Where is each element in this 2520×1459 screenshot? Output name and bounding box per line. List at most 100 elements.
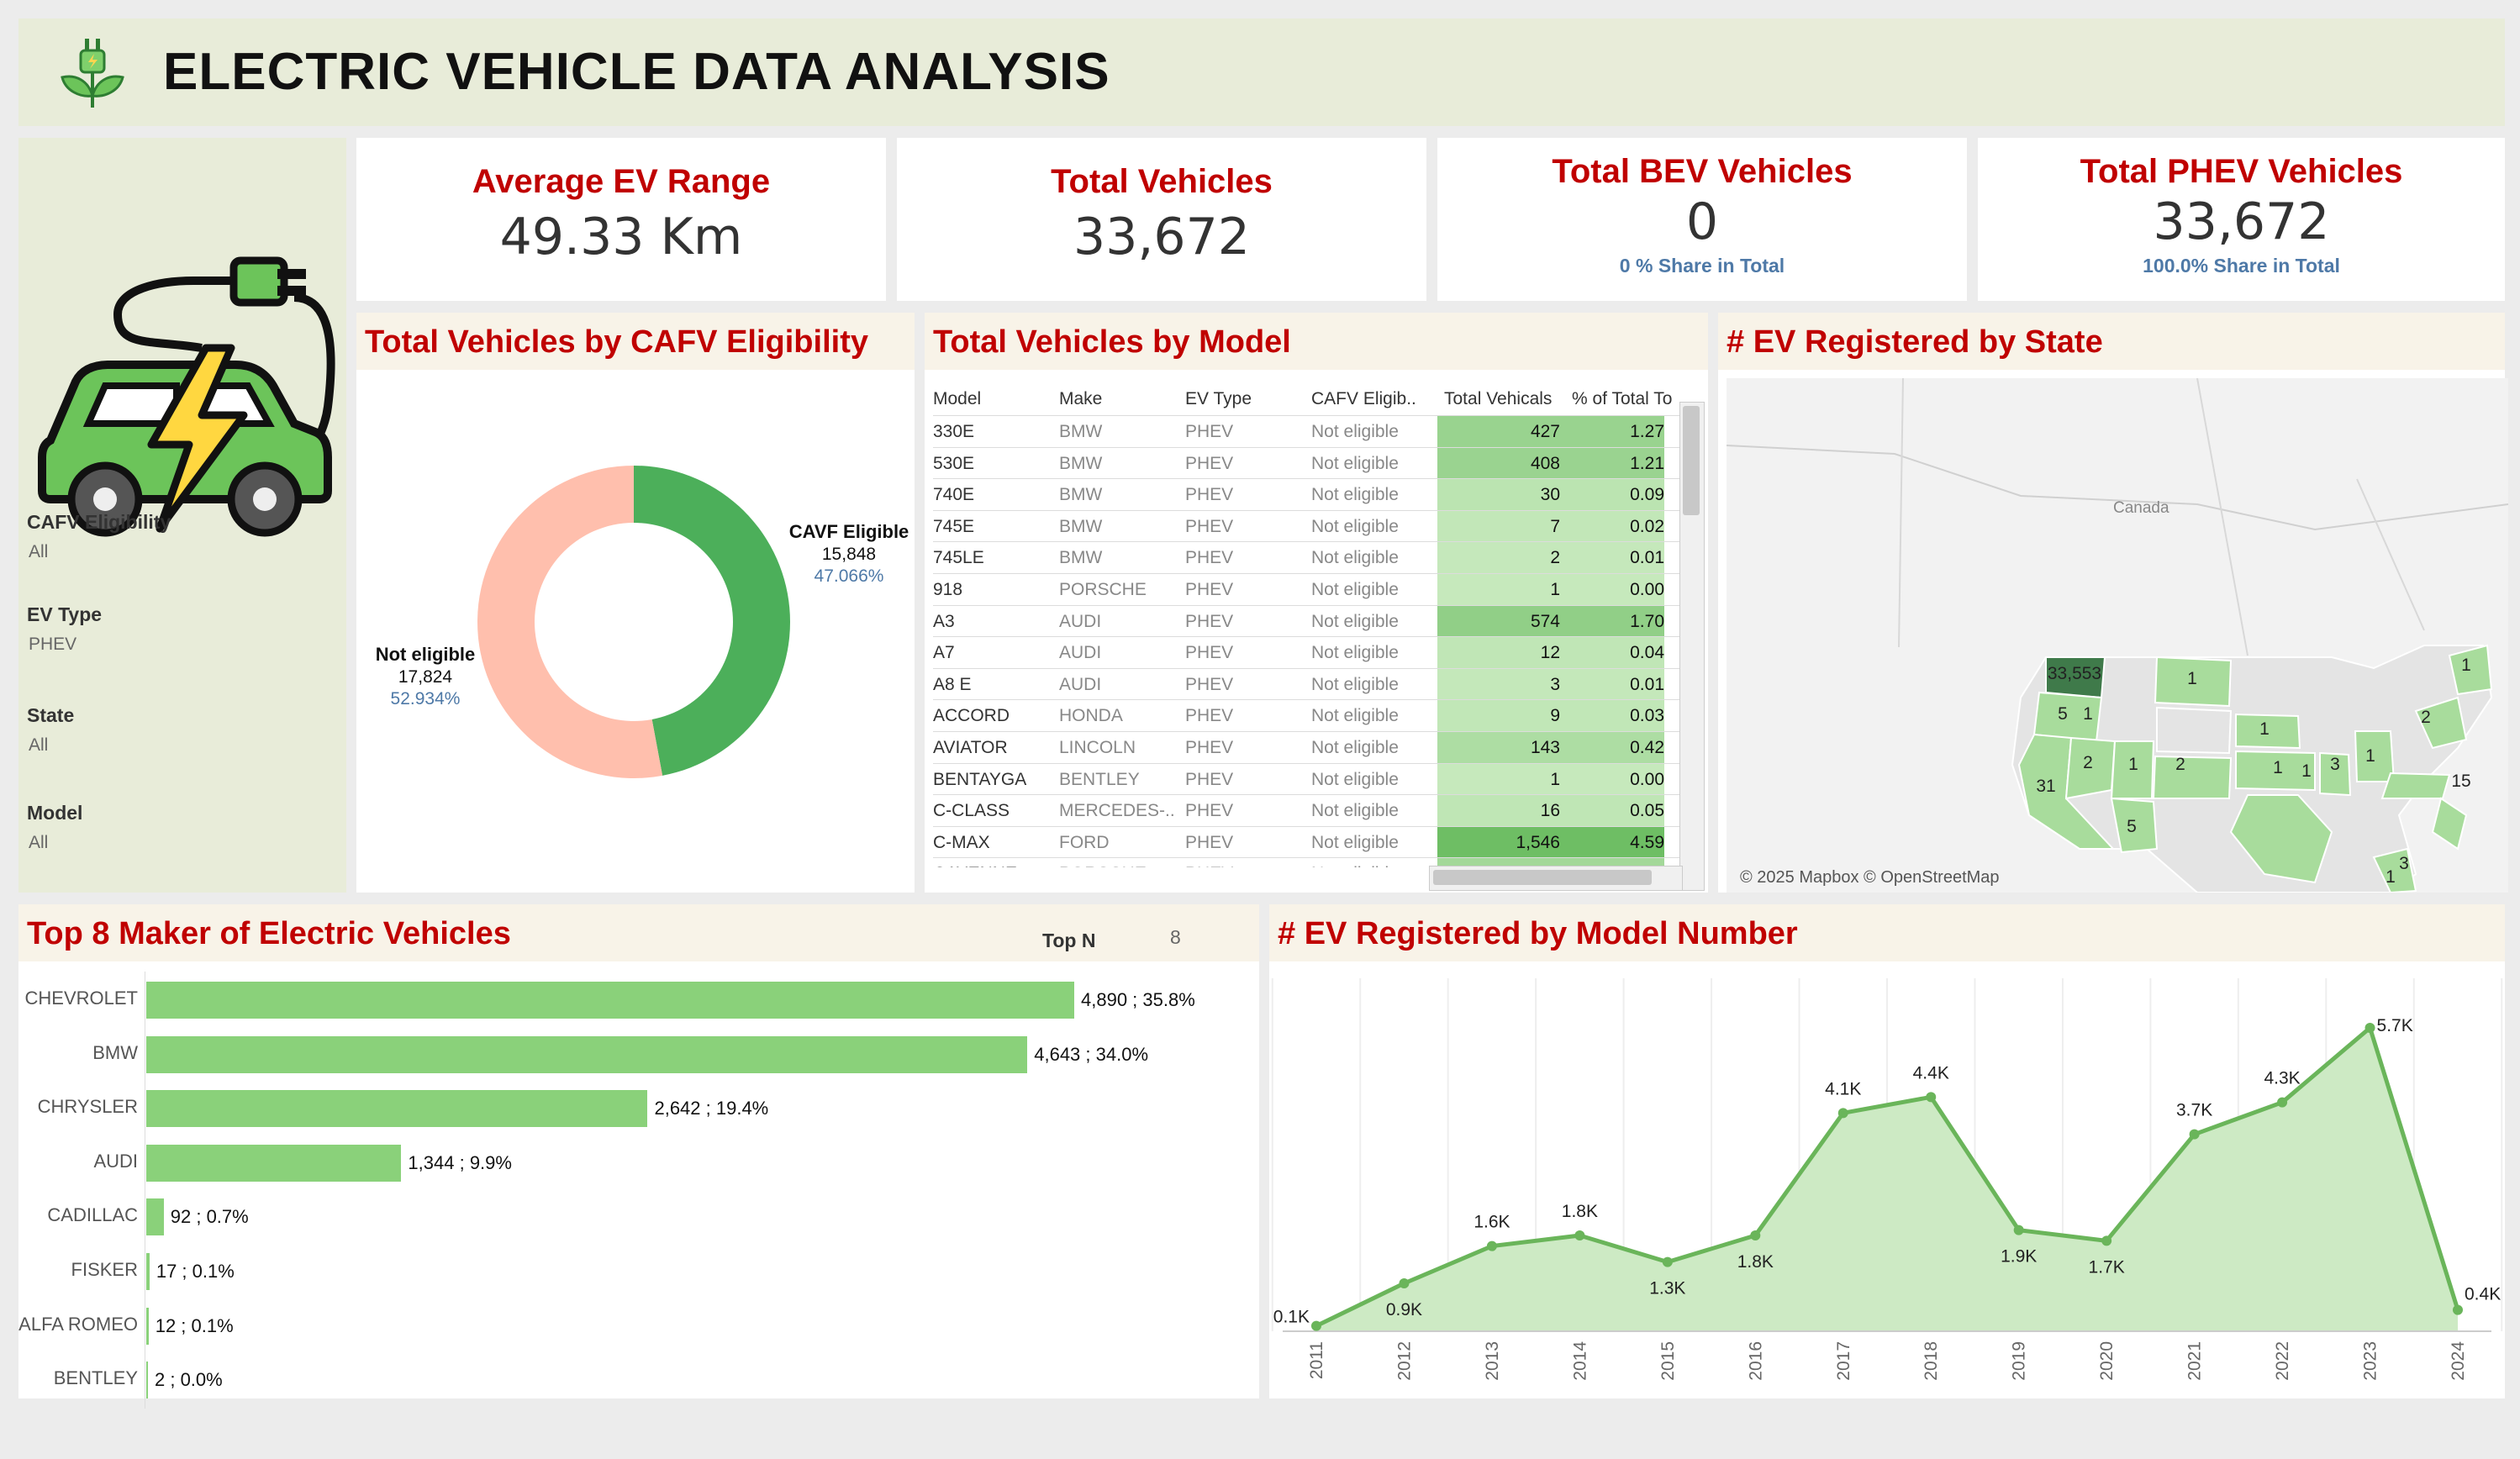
table-row[interactable]: 918 PORSCHE PHEV Not eligible 1 0.00 [933, 573, 1700, 606]
data-point[interactable] [1750, 1230, 1761, 1240]
data-point[interactable] [2101, 1235, 2112, 1246]
table-header-row: Model Make EV Type CAFV Eligib.. Total V… [933, 383, 1700, 415]
kpi-total-vehicles: Total Vehicles 33,672 [897, 138, 1426, 301]
donut-slice-eligible[interactable] [634, 466, 791, 776]
table-row[interactable]: AVIATOR LINCOLN PHEV Not eligible 143 0.42 [933, 731, 1700, 764]
data-point[interactable] [2364, 1023, 2375, 1033]
cell-model: 918 [933, 580, 963, 599]
filter-model[interactable]: Model All [27, 802, 82, 853]
topn-parameter-input[interactable]: 8 [1170, 926, 1181, 949]
kpi-value: 49.33 Km [499, 208, 743, 266]
cell-cafv: Not eligible [1311, 516, 1399, 536]
cell-ev-type: PHEV [1185, 580, 1234, 599]
filter-value[interactable]: PHEV [29, 635, 102, 655]
table-row[interactable]: A7 AUDI PHEV Not eligible 12 0.04 [933, 636, 1700, 670]
table-row[interactable]: 745E BMW PHEV Not eligible 7 0.02 [933, 509, 1700, 543]
bar-row[interactable]: CADILLAC 92 ; 0.7% [18, 1188, 1279, 1242]
data-point[interactable] [2453, 1304, 2463, 1315]
cell-model: A3 [933, 611, 955, 631]
data-point[interactable] [1574, 1230, 1585, 1240]
cell-make: BMW [1059, 453, 1103, 473]
col-header-ev-type[interactable]: EV Type [1185, 383, 1311, 415]
data-point[interactable] [1486, 1240, 1497, 1251]
bar-value-label: 2,642 ; 19.4% [654, 1098, 769, 1119]
filter-value[interactable]: All [29, 542, 171, 562]
col-header-total[interactable]: Total Vehicals [1437, 383, 1572, 415]
filter-ev-type[interactable]: EV Type PHEV [27, 603, 102, 655]
scrollbar-thumb[interactable] [1683, 406, 1700, 515]
bar-row[interactable]: FISKER 17 ; 0.1% [18, 1243, 1279, 1297]
vehicles-by-model-panel: Total Vehicles by Model Model Make EV Ty… [925, 313, 1708, 893]
bar[interactable] [146, 1362, 148, 1399]
table-row[interactable]: 740E BMW PHEV Not eligible 30 0.09 [933, 478, 1700, 512]
table-row[interactable]: A3 AUDI PHEV Not eligible 574 1.70 [933, 604, 1700, 638]
data-point[interactable] [1311, 1320, 1321, 1331]
data-point[interactable] [1926, 1092, 1937, 1103]
page-title: ELECTRIC VEHICLE DATA ANALYSIS [163, 43, 1110, 101]
bar-row[interactable]: ALFA ROMEO 12 ; 0.1% [18, 1298, 1279, 1351]
bar-category-label: FISKER [71, 1259, 138, 1280]
filter-cafv-eligibility[interactable]: CAFV Eligibility All [27, 511, 171, 562]
data-point[interactable] [2013, 1225, 2024, 1235]
table-row[interactable]: BENTAYGA BENTLEY PHEV Not eligible 1 0.00 [933, 762, 1700, 796]
x-tick-label: 2020 [2097, 1341, 2117, 1381]
data-point[interactable] [2277, 1097, 2288, 1108]
bar[interactable] [146, 1035, 1028, 1073]
table-row[interactable]: C-CLASS MERCEDES-.. PHEV Not eligible 16 0.05 [933, 794, 1700, 828]
data-label: 1.9K [2001, 1247, 2037, 1267]
cell-make: BMW [1059, 516, 1103, 536]
cell-ev-type: PHEV [1185, 485, 1234, 505]
bar[interactable] [146, 982, 1074, 1019]
table-vertical-scrollbar[interactable] [1679, 402, 1705, 891]
cell-cafv: Not eligible [1311, 580, 1399, 599]
bar-value-label: 92 ; 0.7% [170, 1206, 249, 1228]
bar-row[interactable]: AUDI 1,344 ; 9.9% [18, 1135, 1279, 1188]
cell-total: 30 [1437, 479, 1572, 512]
table-row[interactable]: 530E BMW PHEV Not eligible 408 1.21 [933, 446, 1700, 480]
bar-value-label: 4,890 ; 35.8% [1081, 989, 1195, 1010]
col-header-cafv[interactable]: CAFV Eligib.. [1311, 383, 1437, 415]
filter-value[interactable]: All [29, 833, 82, 853]
state-value-label: 33,553 [2048, 664, 2101, 683]
table-row[interactable]: 330E BMW PHEV Not eligible 427 1.27 [933, 415, 1700, 448]
bar-row[interactable]: CHRYSLER 2,642 ; 19.4% [18, 1080, 1279, 1134]
slice-label-not-eligible: Not eligible [376, 644, 476, 665]
table-row[interactable]: 745LE BMW PHEV Not eligible 2 0.01 [933, 541, 1700, 575]
data-label: 1.6K [1474, 1213, 1510, 1232]
cell-make: FORD [1059, 832, 1110, 852]
data-point[interactable] [1662, 1256, 1673, 1267]
scrollbar-thumb[interactable] [1433, 870, 1652, 885]
bar-row[interactable]: BENTLEY 2 ; 0.0% [18, 1351, 1279, 1405]
state-map[interactable]: Canada 33,553 5 1 31 2 1 2 5 1 1 1 3 1 1 2 1 15 3 1 [1727, 378, 2508, 893]
bar[interactable] [146, 1198, 164, 1236]
col-header-model[interactable]: Model [933, 383, 1059, 415]
data-point[interactable] [1399, 1278, 1410, 1288]
table-row[interactable]: ACCORD HONDA PHEV Not eligible 9 0.03 [933, 699, 1700, 733]
cell-model: ACCORD [933, 706, 1010, 726]
bar[interactable] [146, 1307, 149, 1345]
kpi-value: 33,672 [2153, 192, 2330, 251]
data-label: 5.7K [2377, 1016, 2413, 1035]
cell-total: 3 [1437, 668, 1572, 701]
bar-row[interactable]: CHEVROLET 4,890 ; 35.8% [18, 972, 1279, 1025]
col-header-pct[interactable]: % of Total To [1572, 383, 1684, 415]
cell-model: C-CLASS [933, 801, 1010, 821]
filter-value[interactable]: All [29, 735, 74, 756]
table-row[interactable]: A8 E AUDI PHEV Not eligible 3 0.01 [933, 667, 1700, 701]
bar[interactable] [146, 1253, 150, 1290]
kpi-total-bev: Total BEV Vehicles 0 0 % Share in Total [1437, 138, 1967, 301]
cell-total: 16 [1437, 795, 1572, 828]
filter-state[interactable]: State All [27, 704, 74, 756]
data-point[interactable] [1837, 1108, 1848, 1119]
col-header-make[interactable]: Make [1059, 383, 1185, 415]
bar-row[interactable]: BMW 4,643 ; 34.0% [18, 1026, 1279, 1080]
data-point[interactable] [2189, 1129, 2200, 1140]
table-horizontal-scrollbar[interactable] [1429, 866, 1683, 891]
section-title: # EV Registered by Model Number [1278, 916, 1798, 951]
table-row[interactable]: C-MAX FORD PHEV Not eligible 1,546 4.59 [933, 825, 1700, 859]
state-value-label: 3 [2330, 755, 2340, 774]
bar[interactable] [146, 1090, 648, 1128]
cell-total: 427 [1437, 416, 1572, 448]
cell-total: 12 [1437, 637, 1572, 670]
bar[interactable] [146, 1144, 402, 1182]
